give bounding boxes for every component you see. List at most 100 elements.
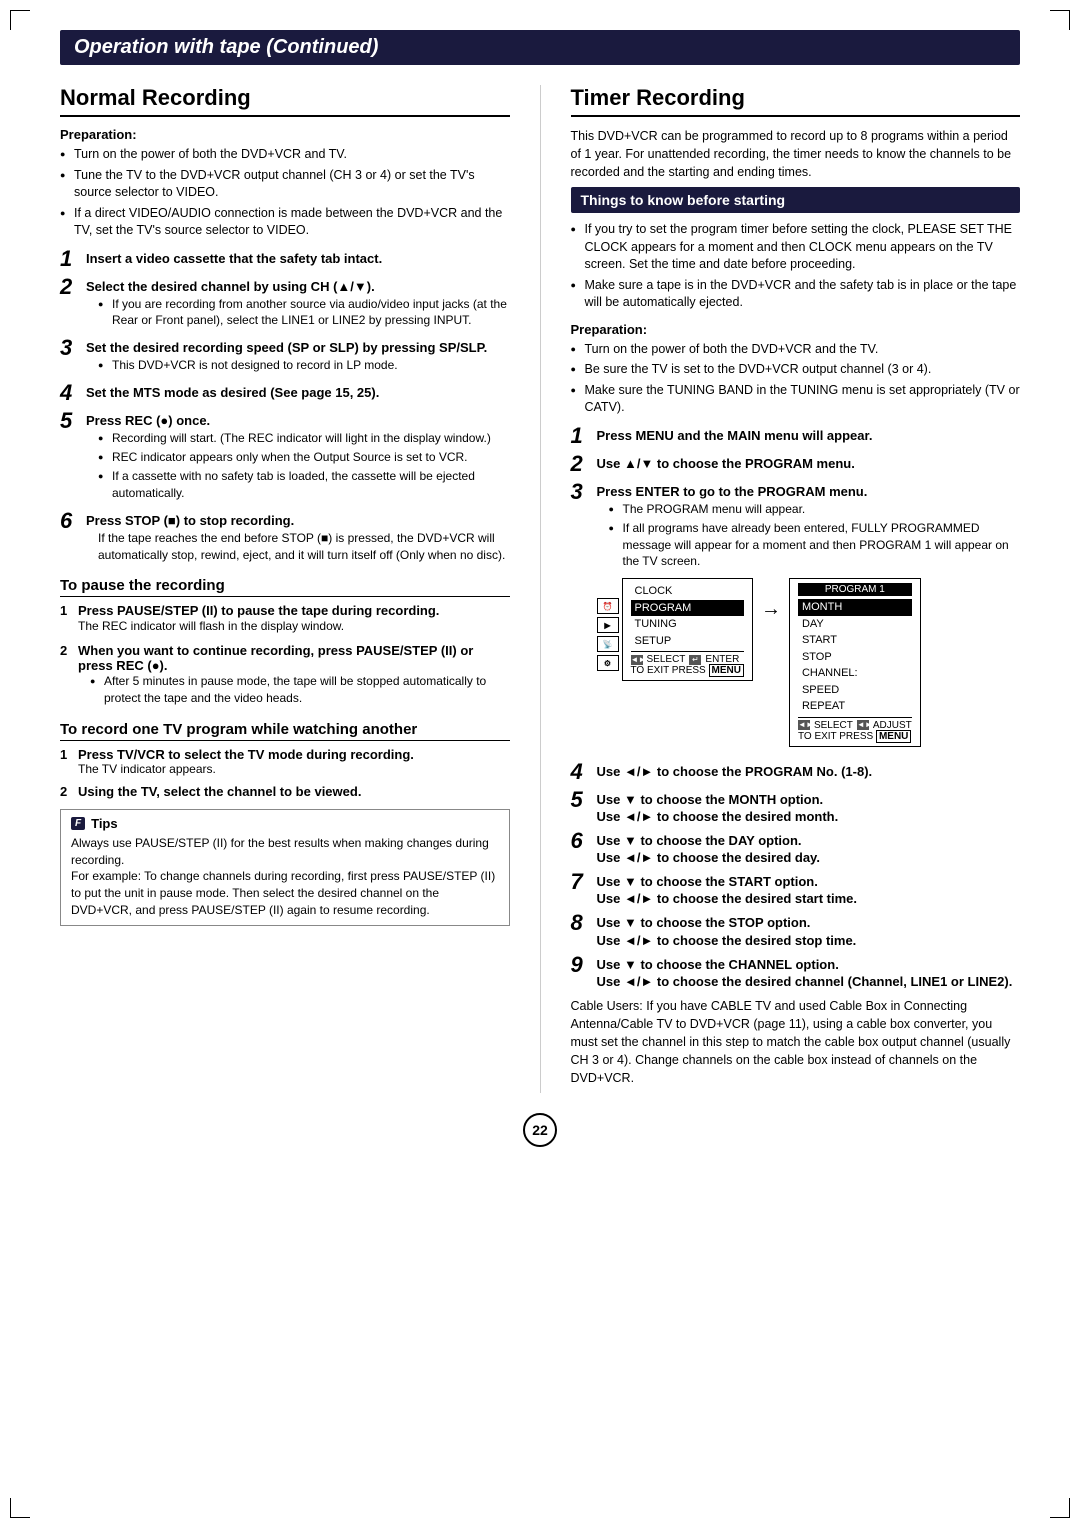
step-2-sub-1: If you are recording from another source… (98, 296, 510, 330)
corner-mark-tl (10, 10, 30, 30)
timer-step-3-sub-2: If all programs have already been entere… (609, 520, 1021, 570)
prep-bullet-1: Turn on the power of both the DVD+VCR an… (60, 146, 510, 164)
step-5-sub-3: If a cassette with no safety tab is load… (98, 468, 510, 502)
watch-section: To record one TV program while watching … (60, 721, 510, 799)
timer-step-7-sub2: Use ◄/► to choose the desired start time… (597, 891, 1021, 906)
timer-step-1-content: Press MENU and the MAIN menu will appear… (597, 427, 1021, 445)
step-3: 3 Set the desired recording speed (SP or… (60, 339, 510, 376)
step-1-content: Insert a video cassette that the safety … (86, 250, 510, 268)
timer-intro: This DVD+VCR can be programmed to record… (571, 127, 1021, 181)
step-3-content: Set the desired recording speed (SP or S… (86, 339, 510, 376)
pause-step-1-num: 1 (60, 603, 78, 618)
timer-step-5-title: Use ▼ to choose the MONTH option. (597, 791, 1021, 809)
timer-step-1-number: 1 (571, 425, 597, 447)
menu-side-icon-setup: ⚙ (597, 655, 619, 671)
page-number: 22 (523, 1113, 557, 1147)
menu-label-right: MENU (876, 730, 911, 743)
tips-label: Tips (91, 816, 118, 831)
step-5-title: Press REC (●) once. (86, 412, 510, 430)
tips-icon: F (71, 817, 85, 830)
timer-step-4-content: Use ◄/► to choose the PROGRAM No. (1-8). (597, 763, 1021, 781)
pause-step-2-text: When you want to continue recording, pre… (78, 643, 510, 673)
watch-step-1-num: 1 (60, 747, 78, 762)
step-5: 5 Press REC (●) once. Recording will sta… (60, 412, 510, 503)
step-6-content: Press STOP (■) to stop recording. If the… (86, 512, 510, 564)
timer-step-9-content: Use ▼ to choose the CHANNEL option. Use … (597, 956, 1021, 989)
timer-step-7-number: 7 (571, 871, 597, 893)
timer-step-6-number: 6 (571, 830, 597, 852)
menu-item-month: MONTH (798, 599, 912, 616)
menu-left-footer: ◄► SELECT ↵ ENTER TO EXIT PRESS MENU (631, 651, 744, 676)
tips-text: Always use PAUSE/STEP (II) for the best … (71, 835, 499, 919)
menu-item-day: DAY (798, 616, 912, 633)
timer-step-5: 5 Use ▼ to choose the MONTH option. Use … (571, 791, 1021, 824)
know-box: Things to know before starting (571, 187, 1021, 213)
step-3-title: Set the desired recording speed (SP or S… (86, 339, 510, 357)
timer-step-7: 7 Use ▼ to choose the START option. Use … (571, 873, 1021, 906)
menu-right-title: PROGRAM 1 (798, 583, 912, 596)
prep-bullets-left: Turn on the power of both the DVD+VCR an… (60, 146, 510, 240)
timer-step-9: 9 Use ▼ to choose the CHANNEL option. Us… (571, 956, 1021, 989)
menu-right-footer: ◄► SELECT ◄► ADJUST TO EXIT PRESS MENU (798, 717, 912, 742)
step-1: 1 Insert a video cassette that the safet… (60, 250, 510, 270)
timer-step-6-title: Use ▼ to choose the DAY option. (597, 832, 1021, 850)
pause-step-2-content: When you want to continue recording, pre… (78, 643, 510, 707)
pause-step-2-sub: ● After 5 minutes in pause mode, the tap… (78, 673, 510, 707)
step-1-number: 1 (60, 248, 86, 270)
step-2-number: 2 (60, 276, 86, 298)
step-2-title: Select the desired channel by using CH (… (86, 278, 510, 296)
timer-step-4: 4 Use ◄/► to choose the PROGRAM No. (1-8… (571, 763, 1021, 783)
watch-step-2-content: Using the TV, select the channel to be v… (78, 784, 510, 799)
watch-step-1: 1 Press TV/VCR to select the TV mode dur… (60, 747, 510, 776)
right-column: Timer Recording This DVD+VCR can be prog… (571, 85, 1021, 1093)
timer-step-6: 6 Use ▼ to choose the DAY option. Use ◄/… (571, 832, 1021, 865)
timer-step-7-content: Use ▼ to choose the START option. Use ◄/… (597, 873, 1021, 906)
timer-step-6-sub2: Use ◄/► to choose the desired day. (597, 850, 1021, 865)
menu-side-icon-clock: ⏰ (597, 598, 619, 614)
left-section-title: Normal Recording (60, 85, 510, 117)
step-4: 4 Set the MTS mode as desired (See page … (60, 384, 510, 404)
timer-step-3-sub: The PROGRAM menu will appear. If all pro… (597, 501, 1021, 570)
watch-step-1-text: Press TV/VCR to select the TV mode durin… (78, 747, 510, 762)
timer-step-2-content: Use ▲/▼ to choose the PROGRAM menu. (597, 455, 1021, 473)
step-4-title: Set the MTS mode as desired (See page 15… (86, 384, 510, 402)
pause-step-1-content: Press PAUSE/STEP (II) to pause the tape … (78, 603, 510, 635)
timer-step-9-number: 9 (571, 954, 597, 976)
corner-mark-bl (10, 1498, 30, 1518)
pause-step-2-sub-li: ● After 5 minutes in pause mode, the tap… (90, 673, 510, 707)
pause-step-1-sub: The REC indicator will flash in the disp… (78, 618, 510, 635)
prep-bullet-r1: Turn on the power of both the DVD+VCR an… (571, 341, 1021, 359)
select-icon-left: ◄► (631, 655, 643, 665)
timer-step-5-sub2: Use ◄/► to choose the desired month. (597, 809, 1021, 824)
step-2-sub: If you are recording from another source… (86, 296, 510, 330)
step-5-content: Press REC (●) once. Recording will start… (86, 412, 510, 503)
timer-step-2-title: Use ▲/▼ to choose the PROGRAM menu. (597, 455, 1021, 473)
step-3-sub-1: This DVD+VCR is not designed to record i… (98, 357, 510, 374)
timer-step-8-content: Use ▼ to choose the STOP option. Use ◄/►… (597, 914, 1021, 947)
step-5-sub-2: REC indicator appears only when the Outp… (98, 449, 510, 466)
step-6-number: 6 (60, 510, 86, 532)
timer-step-3: 3 Press ENTER to go to the PROGRAM menu.… (571, 483, 1021, 755)
prep-bullet-3: If a direct VIDEO/AUDIO connection is ma… (60, 205, 510, 240)
tips-box: F Tips Always use PAUSE/STEP (II) for th… (60, 809, 510, 926)
tips-heading: F Tips (71, 816, 499, 831)
timer-step-7-title: Use ▼ to choose the START option. (597, 873, 1021, 891)
page: Operation with tape (Continued) Normal R… (0, 0, 1080, 1528)
step-5-sub: Recording will start. (The REC indicator… (86, 430, 510, 501)
step-6-sub-text: If the tape reaches the end before STOP … (86, 530, 510, 564)
watch-step-2-text: Using the TV, select the channel to be v… (78, 784, 510, 799)
watch-section-title: To record one TV program while watching … (60, 721, 510, 741)
prep-heading-left: Preparation: (60, 127, 510, 142)
select-label-left: SELECT (647, 654, 686, 665)
menu-item-setup: SETUP (631, 633, 744, 650)
timer-step-8-number: 8 (571, 912, 597, 934)
watch-step-2-num: 2 (60, 784, 78, 799)
exit-label-right: TO EXIT PRESS MENU (798, 731, 912, 742)
page-number-container: 22 (60, 1113, 1020, 1147)
step-2-content: Select the desired channel by using CH (… (86, 278, 510, 332)
adjust-icon: ◄► (857, 720, 869, 730)
timer-step-4-number: 4 (571, 761, 597, 783)
main-content: Normal Recording Preparation: Turn on th… (60, 85, 1020, 1093)
corner-mark-tr (1050, 10, 1070, 30)
step-6-title: Press STOP (■) to stop recording. (86, 512, 510, 530)
